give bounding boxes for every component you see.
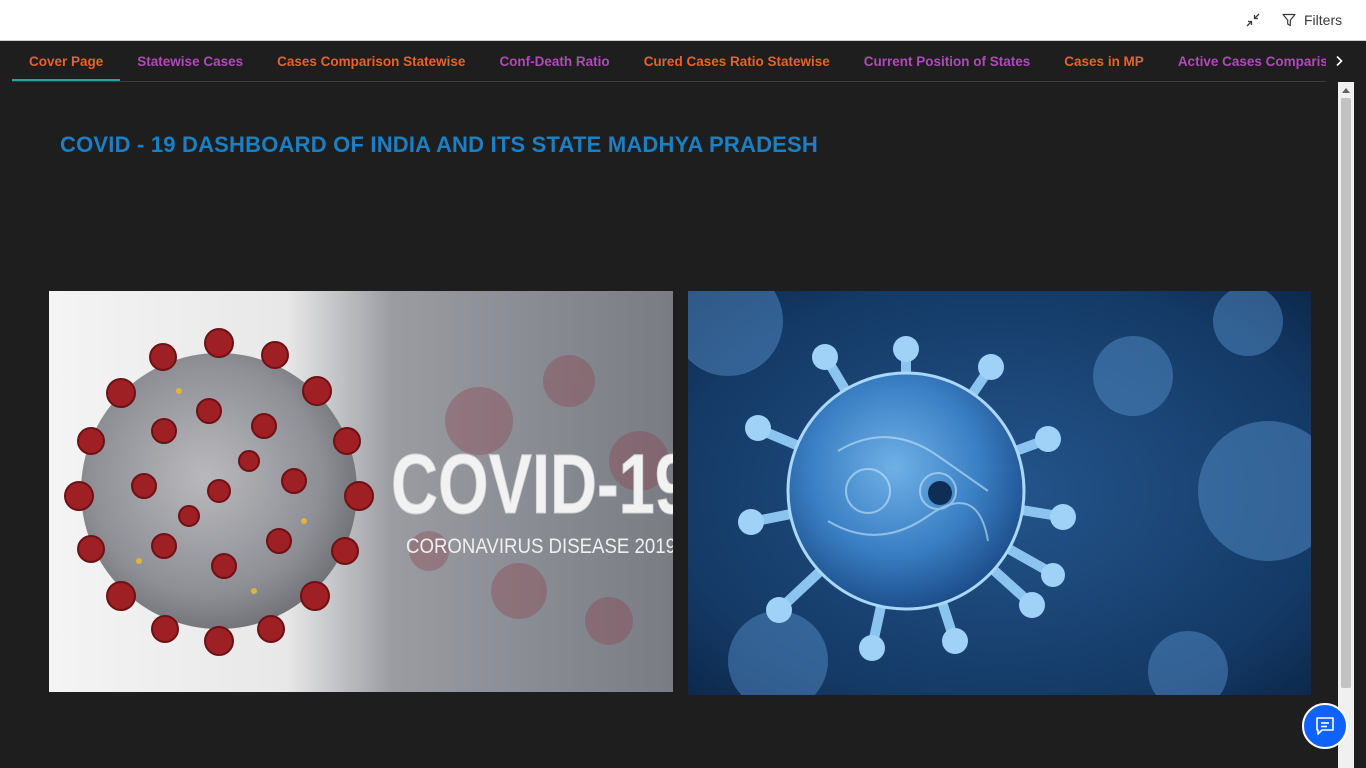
tab-current-position-of-states[interactable]: Current Position of States xyxy=(847,41,1048,81)
banner-headline: COVID-19 xyxy=(391,437,673,531)
chat-button[interactable] xyxy=(1302,703,1348,749)
vertical-scrollbar[interactable] xyxy=(1338,82,1354,768)
page-tabs: Cover Page Statewise Cases Cases Compariso… xyxy=(12,41,1326,82)
tab-conf-death-ratio[interactable]: Conf-Death Ratio xyxy=(482,41,626,81)
virus-render-image xyxy=(688,291,1311,695)
page-title: COVID - 19 DASHBOARD OF INDIA AND ITS ST… xyxy=(60,132,819,157)
banner-subline: CORONAVIRUS DISEASE 2019 xyxy=(406,535,673,558)
report-canvas: COVID - 19 DASHBOARD OF INDIA AND ITS ST… xyxy=(0,82,1338,768)
collapse-arrows-icon xyxy=(1246,13,1260,27)
tab-cases-in-mp[interactable]: Cases in MP xyxy=(1047,41,1161,81)
tab-cured-cases-ratio-statewise[interactable]: Cured Cases Ratio Statewise xyxy=(627,41,847,81)
tab-cover-page[interactable]: Cover Page xyxy=(12,41,121,81)
scroll-up-button[interactable] xyxy=(1338,84,1354,96)
chevron-right-icon xyxy=(1336,55,1343,67)
scroll-thumb[interactable] xyxy=(1341,98,1351,688)
filters-label: Filters xyxy=(1304,12,1343,28)
tab-statewise-cases[interactable]: Statewise Cases xyxy=(120,41,260,81)
page-tab-bar: Cover Page Statewise Cases Cases Compariso… xyxy=(0,41,1366,82)
filters-button[interactable]: Filters xyxy=(1282,8,1342,32)
tab-cases-comparison-statewise[interactable]: Cases Comparison Statewise xyxy=(260,41,482,81)
collapse-button[interactable] xyxy=(1243,10,1263,30)
chat-icon xyxy=(1316,717,1334,735)
tabs-next-button[interactable] xyxy=(1326,41,1352,81)
tab-active-cases-comparison[interactable]: Active Cases Comparison xyxy=(1161,41,1326,81)
covid-banner-image: COVID-19 CORONAVIRUS DISEASE 2019 xyxy=(49,291,673,692)
top-toolbar: Filters xyxy=(0,0,1366,41)
filter-icon xyxy=(1282,13,1296,27)
triangle-up-icon xyxy=(1342,88,1350,93)
